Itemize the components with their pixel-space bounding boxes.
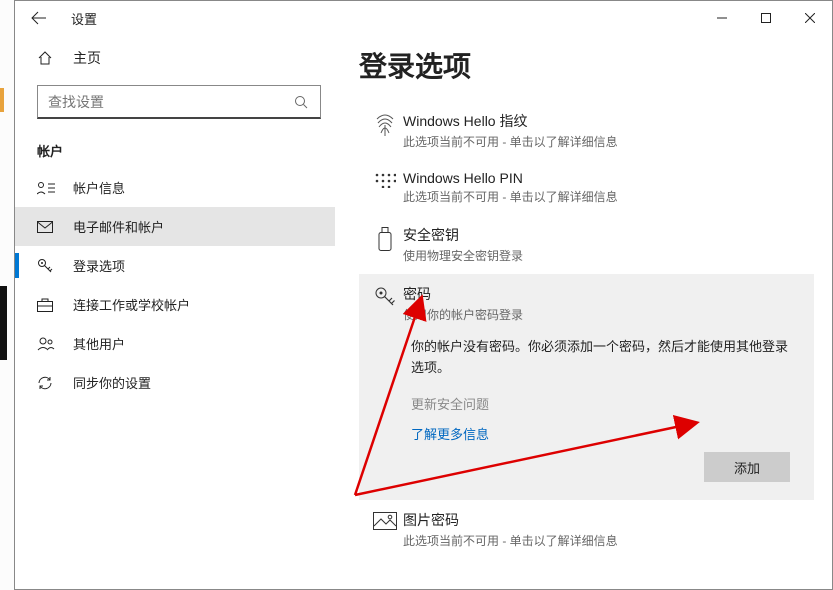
option-title: 密码 <box>403 284 802 304</box>
sidebar-item-label: 同步你的设置 <box>73 373 151 392</box>
option-password[interactable]: 密码 使用你的帐户密码登录 你的帐户没有密码。你必须添加一个密码，然后才能使用其… <box>359 274 814 500</box>
home-icon <box>37 50 55 66</box>
home-label: 主页 <box>73 48 101 68</box>
search-icon <box>294 95 310 109</box>
option-desc: 使用物理安全密钥登录 <box>403 247 802 264</box>
add-button[interactable]: 添加 <box>704 452 790 482</box>
password-message: 你的帐户没有密码。你必须添加一个密码，然后才能使用其他登录选项。 <box>411 339 788 375</box>
sidebar-item-email[interactable]: 电子邮件和帐户 <box>15 207 335 246</box>
option-title: Windows Hello 指纹 <box>403 111 802 131</box>
option-desc: 此选项当前不可用 - 单击以了解详细信息 <box>403 133 802 150</box>
password-body: 你的帐户没有密码。你必须添加一个密码，然后才能使用其他登录选项。 更新安全问题 … <box>367 323 802 482</box>
close-button[interactable] <box>788 3 832 33</box>
option-security-key[interactable]: 安全密钥 使用物理安全密钥登录 <box>359 215 814 274</box>
option-desc: 使用你的帐户密码登录 <box>403 306 802 323</box>
content: 主页 帐户 帐户信息 电子邮件和帐户 登录选项 连接工作或学校帐户 <box>15 35 832 589</box>
picture-icon <box>367 510 403 549</box>
sidebar-item-label: 其他用户 <box>73 334 125 353</box>
sidebar-item-label: 帐户信息 <box>73 178 125 197</box>
sidebar-item-sync[interactable]: 同步你的设置 <box>15 363 335 402</box>
section-label: 帐户 <box>15 119 335 168</box>
sync-icon <box>37 375 55 391</box>
user-card-icon <box>37 181 55 195</box>
briefcase-icon <box>37 298 55 312</box>
option-title: 图片密码 <box>403 510 802 530</box>
main-panel: 登录选项 Windows Hello 指纹 此选项当前不可用 - 单击以了解详细… <box>335 35 832 589</box>
home-button[interactable]: 主页 <box>15 39 335 77</box>
key-icon <box>367 284 403 323</box>
users-icon <box>37 337 55 351</box>
settings-window: 设置 主页 帐户 帐户信息 电子邮件和帐户 <box>14 0 833 590</box>
window-controls <box>700 3 832 33</box>
option-picture-password[interactable]: 图片密码 此选项当前不可用 - 单击以了解详细信息 <box>359 500 814 559</box>
maximize-button[interactable] <box>744 3 788 33</box>
sidebar-item-other-users[interactable]: 其他用户 <box>15 324 335 363</box>
back-button[interactable] <box>29 8 49 28</box>
fingerprint-icon <box>367 111 403 150</box>
key-icon <box>37 258 55 274</box>
option-pin[interactable]: Windows Hello PIN 此选项当前不可用 - 单击以了解详细信息 <box>359 160 814 215</box>
pin-icon <box>367 170 403 205</box>
sidebar-item-label: 电子邮件和帐户 <box>73 217 164 236</box>
page-title: 登录选项 <box>359 45 814 85</box>
window-title: 设置 <box>71 9 97 28</box>
option-title: Windows Hello PIN <box>403 170 802 186</box>
sidebar-item-account-info[interactable]: 帐户信息 <box>15 168 335 207</box>
search-box[interactable] <box>37 85 321 119</box>
sidebar-item-work[interactable]: 连接工作或学校帐户 <box>15 285 335 324</box>
sidebar-item-label: 连接工作或学校帐户 <box>73 295 190 314</box>
learn-more-link[interactable]: 了解更多信息 <box>411 425 790 446</box>
usb-key-icon <box>367 225 403 264</box>
option-desc: 此选项当前不可用 - 单击以了解详细信息 <box>403 532 802 549</box>
sidebar-item-signin[interactable]: 登录选项 <box>15 246 335 285</box>
mail-icon <box>37 221 55 233</box>
option-fingerprint[interactable]: Windows Hello 指纹 此选项当前不可用 - 单击以了解详细信息 <box>359 101 814 160</box>
titlebar: 设置 <box>15 1 832 35</box>
sidebar-item-label: 登录选项 <box>73 256 125 275</box>
search-input[interactable] <box>48 94 294 110</box>
minimize-button[interactable] <box>700 3 744 33</box>
option-title: 安全密钥 <box>403 225 802 245</box>
sidebar: 主页 帐户 帐户信息 电子邮件和帐户 登录选项 连接工作或学校帐户 <box>15 35 335 589</box>
update-questions: 更新安全问题 <box>411 395 790 416</box>
option-desc: 此选项当前不可用 - 单击以了解详细信息 <box>403 188 802 205</box>
